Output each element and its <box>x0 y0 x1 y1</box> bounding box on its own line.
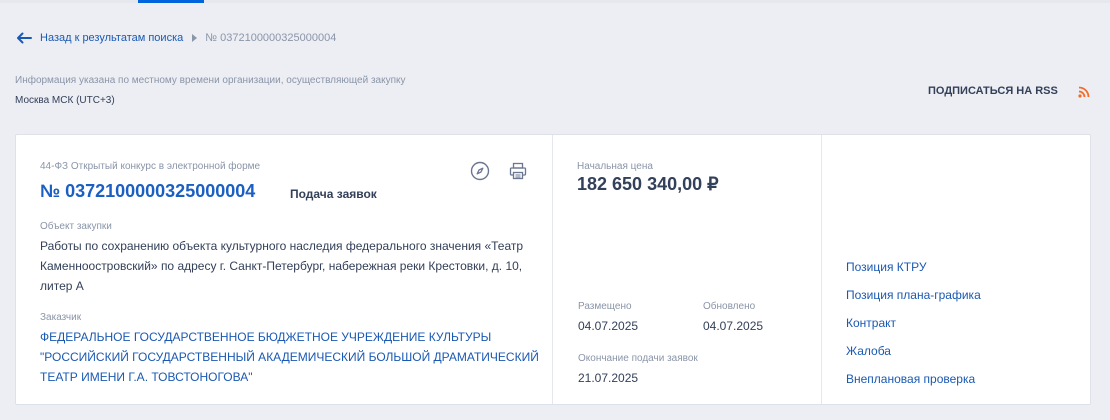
customer-link[interactable]: ФЕДЕРАЛЬНОЕ ГОСУДАРСТВЕННОЕ БЮДЖЕТНОЕ УЧ… <box>40 327 540 387</box>
ktru-position-link[interactable]: Позиция КТРУ <box>846 257 981 285</box>
column-divider <box>552 135 553 404</box>
unscheduled-inspection-link[interactable]: Внеплановая проверка <box>846 369 981 397</box>
arrow-left-icon[interactable] <box>16 31 32 45</box>
price-value: 182 650 340,00 ₽ <box>577 174 719 194</box>
plan-schedule-link[interactable]: Позиция плана-графика <box>846 285 981 313</box>
customer-label: Заказчик <box>40 312 82 323</box>
object-description: Работы по сохранению объекта культурного… <box>40 239 524 293</box>
timezone-note: Информация указана по местному времени о… <box>15 75 406 86</box>
printer-icon[interactable] <box>508 161 528 181</box>
back-to-results-link[interactable]: Назад к результатам поиска <box>40 32 183 44</box>
registry-number-link[interactable]: № 0372100000325000004 <box>40 181 255 202</box>
posted-date: 04.07.2025 <box>578 319 639 333</box>
procurement-law-type: 44-ФЗ Открытый конкурс в электронной фор… <box>40 161 261 172</box>
rss-subscribe-link[interactable]: ПОДПИСАТЬСЯ НА RSS <box>928 84 1058 98</box>
rss-icon[interactable] <box>1078 85 1090 98</box>
timezone-value: Москва МСК (UTC+3) <box>15 95 115 106</box>
procurement-card: 44-ФЗ Открытый конкурс в электронной фор… <box>15 134 1091 405</box>
posted-label: Размещено <box>578 301 632 312</box>
breadcrumb-current: № 0372100000325000004 <box>205 32 337 44</box>
price-label: Начальная цена <box>577 161 653 172</box>
column-divider <box>821 135 822 404</box>
related-links: Позиция КТРУ Позиция плана-графика Контр… <box>846 257 981 397</box>
complaint-link[interactable]: Жалоба <box>846 341 981 369</box>
compass-icon[interactable] <box>470 161 490 181</box>
updated-date: 04.07.2025 <box>703 319 764 333</box>
status-badge: Подача заявок <box>290 187 377 201</box>
deadline-date: 21.07.2025 <box>578 371 639 385</box>
caret-right-icon <box>192 34 198 42</box>
object-label: Объект закупки <box>40 221 112 232</box>
deadline-label: Окончание подачи заявок <box>578 353 698 364</box>
breadcrumb: Назад к результатам поиска № 03721000003… <box>16 30 336 46</box>
updated-label: Обновлено <box>703 301 756 312</box>
active-tab-indicator <box>138 0 204 3</box>
contract-link[interactable]: Контракт <box>846 313 981 341</box>
